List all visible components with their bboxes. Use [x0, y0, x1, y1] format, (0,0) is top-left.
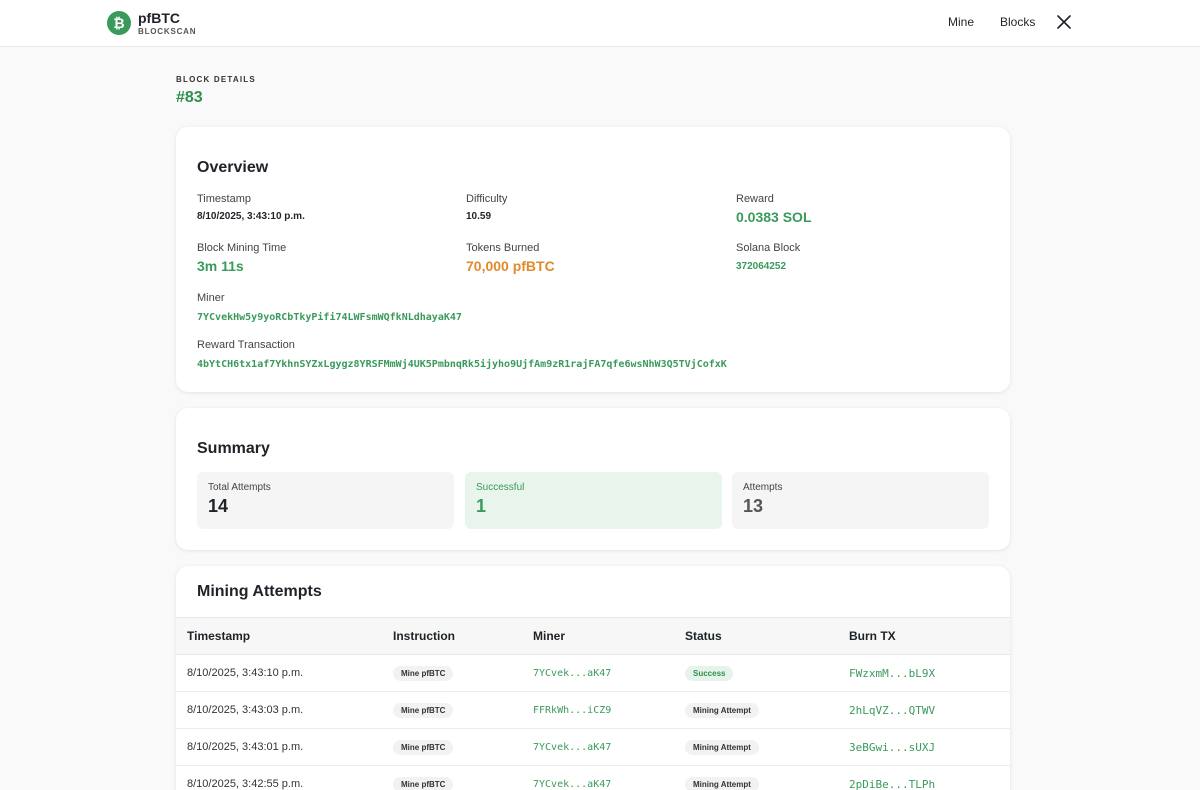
difficulty-field: Difficulty 10.59 [466, 193, 507, 222]
row-burn-tx-link[interactable]: 3eBGwi...sUXJ [849, 741, 935, 754]
tokens-burned-field: Tokens Burned 70,000 pfBTC [466, 242, 555, 274]
column-header-instruction: Instruction [393, 617, 533, 655]
solana-block-link[interactable]: 372064252 [736, 261, 800, 272]
table-row: 8/10/2025, 3:43:10 p.m. Mine pfBTC 7YCve… [176, 654, 1010, 692]
timestamp-value: 8/10/2025, 3:43:10 p.m. [197, 211, 305, 222]
tokens-burned-value: 70,000 pfBTC [466, 258, 555, 274]
reward-tx-label: Reward Transaction [197, 339, 295, 351]
stat-label: Successful [476, 482, 525, 493]
reward-tx-link[interactable]: 4bYtCH6tx1af7YkhnSYZxLgygz8YRSFMmWj4UK5P… [197, 359, 727, 370]
nav-blocks-link[interactable]: Blocks [1000, 15, 1035, 29]
mining-attempts-table: Timestamp Instruction Miner Status Burn … [176, 617, 1010, 790]
stat-value: 1 [476, 496, 487, 516]
row-timestamp: 8/10/2025, 3:43:10 p.m. [176, 654, 393, 692]
instruction-badge: Mine pfBTC [393, 739, 454, 755]
difficulty-value: 10.59 [466, 211, 492, 222]
overview-title: Overview [197, 159, 269, 176]
table-row: 8/10/2025, 3:42:55 p.m. Mine pfBTC 7YCve… [176, 765, 1010, 790]
reward-value: 0.0383 SOL [736, 209, 812, 225]
stat-value: 13 [743, 496, 764, 516]
column-header-status: Status [685, 617, 849, 655]
brand-subtitle: BLOCKSCAN [138, 27, 197, 36]
stat-total-attempts: Total Attempts 14 [197, 472, 454, 529]
instruction-badge: Mine pfBTC [393, 702, 454, 718]
stat-label: Attempts [743, 482, 783, 493]
miner-label: Miner [197, 292, 225, 304]
row-miner-link[interactable]: 7YCvek...aK47 [533, 668, 611, 679]
instruction-badge: Mine pfBTC [393, 665, 454, 681]
top-navbar: ₿ pfBTC BLOCKSCAN Mine Blocks [0, 0, 1200, 47]
instruction-badge: Mine pfBTC [393, 776, 454, 790]
brand-name[interactable]: pfBTC [138, 10, 180, 26]
row-timestamp: 8/10/2025, 3:42:55 p.m. [176, 765, 393, 790]
page-title: #83 [176, 89, 203, 106]
stat-attempts: Attempts 13 [732, 472, 989, 529]
stat-value: 14 [208, 496, 229, 516]
summary-card: Summary Total Attempts 14 Successful 1 A… [176, 408, 1010, 550]
row-timestamp: 8/10/2025, 3:43:03 p.m. [176, 691, 393, 729]
stat-successful: Successful 1 [465, 472, 722, 529]
solana-block-label: Solana Block [736, 242, 801, 254]
row-miner-link[interactable]: 7YCvek...aK47 [533, 742, 611, 753]
row-burn-tx-link[interactable]: 2hLqVZ...QTWV [849, 704, 935, 717]
mining-attempts-card: Mining Attempts Timestamp Instruction Mi… [176, 566, 1010, 790]
mining-time-label: Block Mining Time [197, 242, 287, 254]
row-miner-link[interactable]: FFRkWh...iCZ9 [533, 705, 611, 716]
tokens-burned-label: Tokens Burned [466, 242, 540, 254]
svg-text:₿: ₿ [113, 16, 124, 32]
summary-title: Summary [197, 440, 270, 457]
status-badge: Success [685, 665, 734, 681]
table-row: 8/10/2025, 3:43:03 p.m. Mine pfBTC FFRkW… [176, 691, 1010, 729]
stat-label: Total Attempts [208, 482, 271, 493]
reward-tx-field: Reward Transaction 4bYtCH6tx1af7YkhnSYZx… [197, 339, 727, 370]
timestamp-field: Timestamp 8/10/2025, 3:43:10 p.m. [197, 193, 305, 222]
status-badge: Mining Attempt [685, 776, 759, 790]
overview-card: Overview Timestamp 8/10/2025, 3:43:10 p.… [176, 127, 1010, 392]
x-social-icon[interactable] [1057, 15, 1071, 29]
mining-time-field: Block Mining Time 3m 11s [197, 242, 286, 274]
mining-time-value: 3m 11s [197, 258, 244, 274]
row-miner-link[interactable]: 7YCvek...aK47 [533, 779, 611, 790]
row-burn-tx-link[interactable]: FWzxmM...bL9X [849, 667, 935, 680]
table-row: 8/10/2025, 3:43:01 p.m. Mine pfBTC 7YCve… [176, 728, 1010, 766]
row-timestamp: 8/10/2025, 3:43:01 p.m. [176, 728, 393, 766]
reward-label: Reward [736, 193, 774, 205]
column-header-miner: Miner [533, 617, 685, 655]
difficulty-label: Difficulty [466, 193, 508, 205]
solana-block-field: Solana Block 372064252 [736, 242, 800, 272]
column-header-timestamp: Timestamp [176, 617, 393, 655]
miner-address-link[interactable]: 7YCvekHw5y9yoRCbTkyPifi74LWFsmWQfkNLdhay… [197, 312, 462, 323]
page-eyebrow: BLOCK DETAILS [176, 75, 256, 84]
status-badge: Mining Attempt [685, 702, 759, 718]
reward-field: Reward 0.0383 SOL [736, 193, 812, 225]
nav-mine-link[interactable]: Mine [948, 15, 974, 29]
timestamp-label: Timestamp [197, 193, 251, 205]
miner-field: Miner 7YCvekHw5y9yoRCbTkyPifi74LWFsmWQfk… [197, 292, 462, 323]
status-badge: Mining Attempt [685, 739, 759, 755]
mining-attempts-title: Mining Attempts [197, 583, 322, 600]
bitcoin-logo-icon[interactable]: ₿ [107, 11, 131, 35]
row-burn-tx-link[interactable]: 2pDiBe...TLPh [849, 778, 935, 790]
table-header-row: Timestamp Instruction Miner Status Burn … [176, 617, 1010, 655]
column-header-burn-tx: Burn TX [849, 617, 1010, 655]
